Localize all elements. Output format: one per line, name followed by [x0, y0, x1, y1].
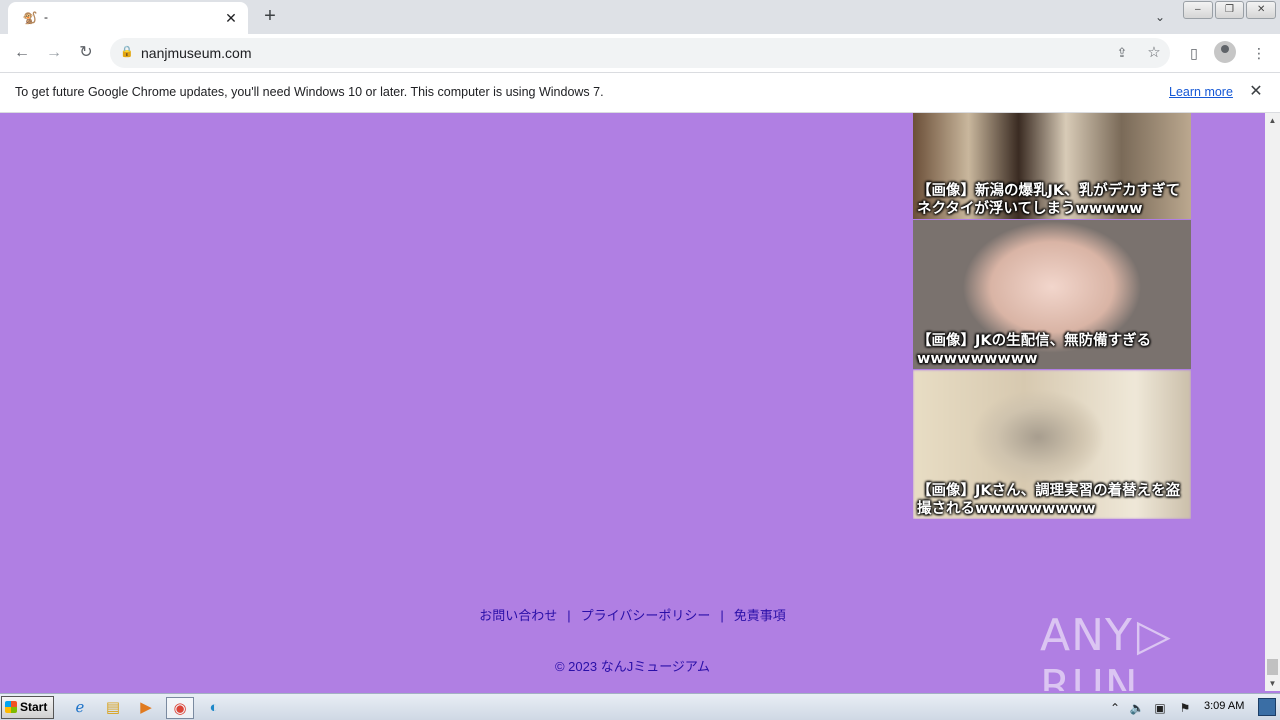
update-infobar: To get future Google Chrome updates, you…: [0, 72, 1280, 113]
network-icon[interactable]: ▣: [1151, 698, 1169, 718]
media-player-icon[interactable]: ▶: [132, 697, 160, 719]
window-controls: – ❐ ✕: [1183, 1, 1277, 19]
browser-toolbar: ← → ↻ 🔒 nanjmuseum.com ⇪ ☆ ▯ ⋮: [0, 34, 1280, 72]
restore-button[interactable]: ❐: [1214, 1, 1245, 19]
tab-title: -: [44, 10, 48, 24]
play-icon: ▷: [1136, 610, 1172, 661]
anyrun-watermark-logo: ANY▷RUN: [1040, 610, 1172, 691]
contact-link[interactable]: お問い合わせ: [479, 608, 557, 623]
side-panel-icon[interactable]: ▯: [1182, 41, 1206, 65]
reload-icon[interactable]: ↻: [74, 41, 98, 65]
article-caption[interactable]: 【画像】JKさん、調理実習の着替えを盗撮されるwwwwwwwww: [917, 482, 1189, 518]
article-card[interactable]: 【画像】JKの生配信、無防備すぎるwwwwwwwww: [913, 220, 1191, 369]
footer-separator: |: [567, 608, 571, 623]
lock-icon[interactable]: 🔒: [120, 45, 134, 61]
page-content: 【画像】新潟の爆乳JK、乳がデカすぎてネクタイが浮いてしまうwwwww 【画像】…: [0, 113, 1265, 691]
menu-kebab-icon[interactable]: ⋮: [1247, 41, 1271, 65]
show-desktop-button[interactable]: [1258, 698, 1276, 716]
chrome-icon[interactable]: ◉: [166, 697, 194, 719]
minimize-button[interactable]: –: [1183, 1, 1213, 19]
vertical-scrollbar[interactable]: ▲ ▼: [1265, 113, 1280, 691]
start-button[interactable]: Start: [1, 696, 54, 719]
edge-icon[interactable]: ◐: [200, 697, 228, 719]
close-tab-icon[interactable]: ✕: [222, 9, 240, 27]
new-tab-button[interactable]: +: [258, 5, 282, 29]
article-caption[interactable]: 【画像】新潟の爆乳JK、乳がデカすぎてネクタイが浮いてしまうwwwww: [917, 182, 1189, 218]
footer-separator: |: [720, 608, 724, 623]
bookmark-star-icon[interactable]: ☆: [1144, 43, 1164, 63]
close-window-button[interactable]: ✕: [1246, 1, 1277, 19]
internet-explorer-icon[interactable]: ℯ: [66, 697, 94, 719]
forward-arrow-icon[interactable]: →: [42, 41, 66, 65]
back-arrow-icon[interactable]: ←: [10, 41, 34, 65]
disclaimer-link[interactable]: 免責事項: [734, 608, 786, 623]
browser-tab[interactable]: 🐒 - ✕: [8, 2, 248, 34]
article-card[interactable]: 【画像】JKさん、調理実習の着替えを盗撮されるwwwwwwwww: [913, 370, 1191, 519]
learn-more-link[interactable]: Learn more: [1169, 85, 1233, 99]
scrollbar-thumb[interactable]: [1267, 659, 1278, 675]
windows-taskbar: Start ℯ ▤ ▶ ◉ ◐ ⌃ 🔈 ▣ ⚑ 3:09 AM: [0, 693, 1280, 720]
article-card[interactable]: 【画像】新潟の爆乳JK、乳がデカすぎてネクタイが浮いてしまうwwwww: [913, 113, 1191, 219]
taskbar-clock[interactable]: 3:09 AM: [1204, 700, 1244, 712]
close-infobar-icon[interactable]: ✕: [1246, 82, 1266, 102]
volume-icon[interactable]: 🔈: [1128, 698, 1146, 718]
article-caption[interactable]: 【画像】JKの生配信、無防備すぎるwwwwwwwww: [917, 332, 1189, 368]
privacy-policy-link[interactable]: プライバシーポリシー: [581, 608, 711, 623]
site-favicon-icon: 🐒: [22, 11, 38, 25]
profile-avatar-icon[interactable]: [1214, 41, 1236, 63]
scroll-up-arrow-icon[interactable]: ▲: [1265, 113, 1280, 128]
scroll-down-arrow-icon[interactable]: ▼: [1265, 676, 1280, 691]
action-center-flag-icon[interactable]: ⚑: [1176, 698, 1194, 718]
infobar-message: To get future Google Chrome updates, you…: [15, 85, 604, 99]
tab-strip: 🐒 - ✕ + ⌄ – ❐ ✕: [0, 0, 1280, 34]
tab-search-chevron-icon[interactable]: ⌄: [1150, 7, 1170, 27]
share-icon[interactable]: ⇪: [1112, 43, 1132, 63]
address-bar[interactable]: 🔒 nanjmuseum.com ⇪ ☆: [110, 38, 1170, 68]
url-text[interactable]: nanjmuseum.com: [141, 45, 252, 61]
file-explorer-icon[interactable]: ▤: [99, 697, 127, 719]
show-hidden-icons-icon[interactable]: ⌃: [1108, 698, 1122, 718]
